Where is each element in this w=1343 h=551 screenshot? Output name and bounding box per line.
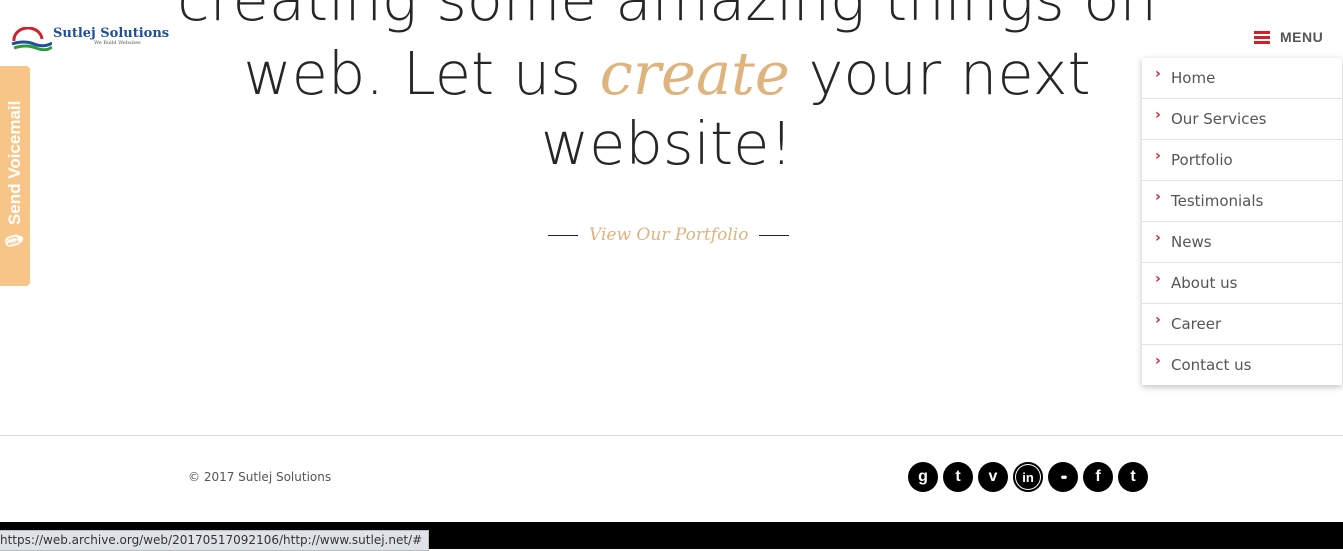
divider-right xyxy=(759,234,790,236)
google-plus-icon[interactable]: g xyxy=(908,462,938,492)
view-portfolio-link[interactable]: View Our Portfolio xyxy=(589,225,748,245)
chevron-right-icon: › xyxy=(1155,271,1161,287)
hamburger-icon xyxy=(1254,30,1270,44)
hero-line-2-suffix: your next xyxy=(789,39,1091,108)
hero-line-3: website! xyxy=(540,109,794,178)
hero-emphasis: create xyxy=(599,39,790,108)
chevron-right-icon: › xyxy=(1155,107,1161,123)
chevron-right-icon: › xyxy=(1155,353,1161,369)
hero-line-1: creating some amazing things on xyxy=(160,0,1174,32)
nav-item-about-us[interactable]: › About us xyxy=(1142,263,1342,304)
social-links: g t v in •• f t xyxy=(908,462,1153,492)
portfolio-link-wrap: View Our Portfolio xyxy=(548,225,790,245)
menu-label: MENU xyxy=(1280,29,1324,45)
nav-item-news[interactable]: › News xyxy=(1142,222,1342,263)
send-voicemail-label: 🎙 Send Voicemail xyxy=(5,101,25,252)
nav-item-career[interactable]: › Career xyxy=(1142,304,1342,345)
nav-item-testimonials[interactable]: › Testimonials xyxy=(1142,181,1342,222)
flickr-icon[interactable]: •• xyxy=(1048,462,1078,492)
nav-item-contact-us[interactable]: › Contact us xyxy=(1142,345,1342,385)
nav-item-home[interactable]: › Home xyxy=(1142,58,1342,99)
status-bar-url: https://web.archive.org/web/201705170921… xyxy=(0,530,430,551)
microphone-icon: 🎙 xyxy=(5,229,24,252)
logo-name: Sutlej Solutions xyxy=(53,26,170,41)
vimeo-icon[interactable]: v xyxy=(978,462,1008,492)
chevron-right-icon: › xyxy=(1155,312,1161,328)
copyright-text: © 2017 Sutlej Solutions xyxy=(188,470,332,484)
nav-item-label: Career xyxy=(1171,315,1222,333)
linkedin-icon[interactable]: in xyxy=(1013,462,1043,492)
nav-item-label: Home xyxy=(1171,69,1216,87)
nav-item-portfolio[interactable]: › Portfolio xyxy=(1142,140,1342,181)
nav-item-label: Our Services xyxy=(1171,110,1267,128)
hero-line-2: web. Let us create your next xyxy=(160,42,1174,106)
chevron-right-icon: › xyxy=(1155,189,1161,205)
nav-item-label: Contact us xyxy=(1171,356,1252,374)
menu-toggle-button[interactable]: MENU xyxy=(1254,29,1323,45)
hero-line-2-prefix: web. Let us xyxy=(243,39,600,108)
chevron-right-icon: › xyxy=(1155,148,1161,164)
footer-divider xyxy=(0,435,1343,436)
send-voicemail-button[interactable]: 🎙 Send Voicemail xyxy=(0,66,30,286)
nav-item-our-services[interactable]: › Our Services xyxy=(1142,99,1342,140)
nav-item-label: Testimonials xyxy=(1171,192,1264,210)
chevron-right-icon: › xyxy=(1155,230,1161,246)
facebook-icon[interactable]: f xyxy=(1083,462,1113,492)
chevron-right-icon: › xyxy=(1155,66,1161,82)
nav-item-label: News xyxy=(1171,233,1212,251)
nav-item-label: About us xyxy=(1171,274,1238,292)
nav-item-label: Portfolio xyxy=(1171,151,1233,169)
twitter-icon[interactable]: t xyxy=(1118,462,1148,492)
divider-left xyxy=(548,234,578,236)
logo-tagline: We Build Websites xyxy=(94,40,141,46)
logo-mark-icon xyxy=(11,27,52,51)
nav-dropdown: › Home › Our Services › Portfolio › Testimon… xyxy=(1142,58,1342,385)
voicemail-text: Send Voicemail xyxy=(5,100,24,226)
tumblr-icon[interactable]: t xyxy=(943,462,973,492)
site-logo[interactable]: Sutlej Solutions We Build Websites xyxy=(10,26,169,52)
